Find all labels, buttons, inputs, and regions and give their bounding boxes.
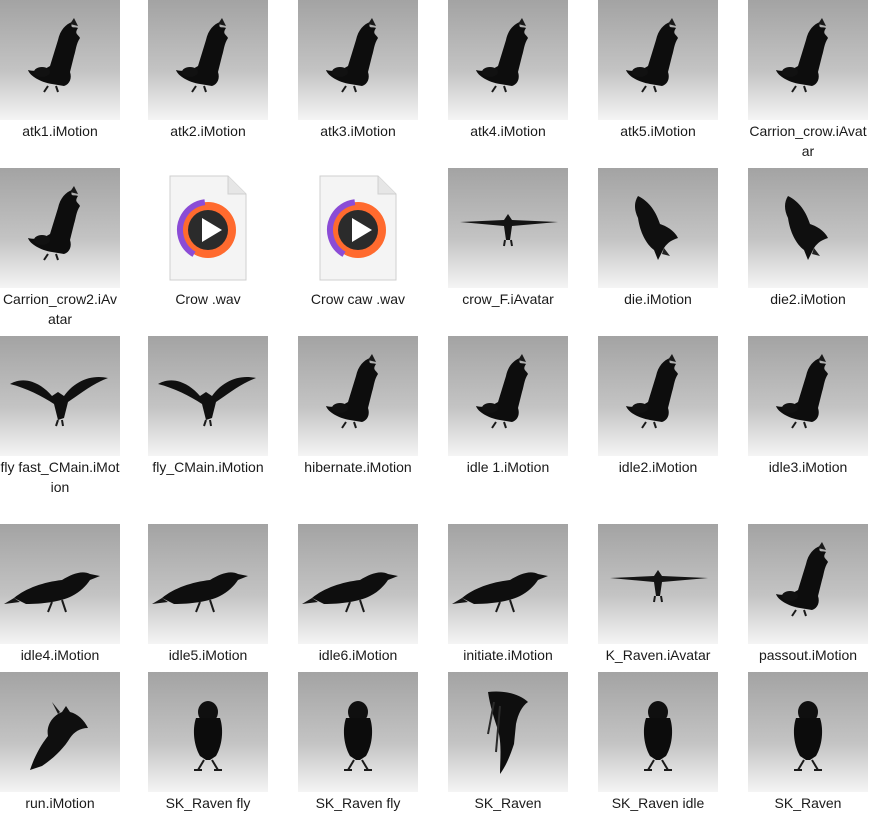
crow-standing-front-icon <box>748 672 868 792</box>
file-name-label: passout.iMotion <box>758 647 858 663</box>
crow-hanging-icon <box>448 672 568 792</box>
file-name-label: fly fast_CMain.iMotion <box>0 459 120 495</box>
crow-standing-front-icon <box>298 672 418 792</box>
file-name-label: idle6.iMotion <box>318 647 398 663</box>
crow-side-icon <box>448 524 568 644</box>
crow-falling-icon <box>748 168 868 288</box>
file-name-label: Carrion_crow2.iAvatar <box>2 291 118 327</box>
file-name-label: die.iMotion <box>624 291 692 307</box>
file-name-label: fly_CMain.iMotion <box>152 459 264 475</box>
file-name-label: atk5.iMotion <box>620 123 696 139</box>
file-name-label: SK_Raven fly <box>165 795 251 811</box>
crow-raised-wings-icon <box>0 0 120 120</box>
file-name-label: SK_Raven <box>774 795 842 811</box>
file-name-label: atk1.iMotion <box>22 123 98 139</box>
file-grid: atk1.iMotion atk2.iMotion atk3.iMotion a… <box>0 0 874 811</box>
file-name-label: K_Raven.iAvatar <box>605 647 711 663</box>
file-name-label: hibernate.iMotion <box>304 459 412 475</box>
file-name-label: SK_Raven idle <box>611 795 705 811</box>
crow-raised-wings-icon <box>598 336 718 456</box>
audio-file-icon <box>298 168 418 288</box>
crow-flying-front-icon <box>0 336 120 456</box>
file-name-label: atk2.iMotion <box>170 123 246 139</box>
crow-side-icon <box>148 524 268 644</box>
file-name-label: crow_F.iAvatar <box>462 291 554 307</box>
file-name-label: SK_Raven <box>474 795 542 811</box>
file-name-label: Crow .wav <box>175 291 241 307</box>
file-name-label: Carrion_crow.iAvatar <box>749 123 867 159</box>
crow-side-icon <box>0 524 120 644</box>
file-name-label: Crow caw .wav <box>310 291 406 307</box>
crow-raised-wings-icon <box>298 336 418 456</box>
audio-file-icon <box>148 168 268 288</box>
file-name-label: atk4.iMotion <box>470 123 546 139</box>
crow-raised-wings-icon <box>298 0 418 120</box>
file-name-label: idle5.iMotion <box>168 647 248 663</box>
file-name-label: initiate.iMotion <box>463 647 553 663</box>
crow-raised-wings-icon <box>0 168 120 288</box>
crow-raised-wings-icon <box>748 336 868 456</box>
file-name-label: run.iMotion <box>25 795 95 811</box>
crow-side-icon <box>298 524 418 644</box>
crow-raised-wings-icon <box>448 0 568 120</box>
file-name-label: idle4.iMotion <box>20 647 100 663</box>
crow-flying-front-icon <box>148 336 268 456</box>
crow-raised-wings-icon <box>598 0 718 120</box>
file-name-label: atk3.iMotion <box>320 123 396 139</box>
crow-tpose-icon <box>448 168 568 288</box>
file-name-label: idle3.iMotion <box>768 459 848 475</box>
crow-running-icon <box>0 672 120 792</box>
crow-standing-front-icon <box>148 672 268 792</box>
file-name-label: idle 1.iMotion <box>466 459 550 475</box>
crow-standing-front-icon <box>598 672 718 792</box>
crow-falling-icon <box>598 168 718 288</box>
file-name-label: idle2.iMotion <box>618 459 698 475</box>
file-name-label: die2.iMotion <box>770 291 846 307</box>
crow-raised-wings-icon <box>448 336 568 456</box>
crow-tpose-icon <box>598 524 718 644</box>
crow-raised-wings-icon <box>748 0 868 120</box>
crow-raised-wings-icon <box>148 0 268 120</box>
crow-raised-wings-icon <box>748 524 868 644</box>
file-name-label: SK_Raven fly <box>315 795 401 811</box>
